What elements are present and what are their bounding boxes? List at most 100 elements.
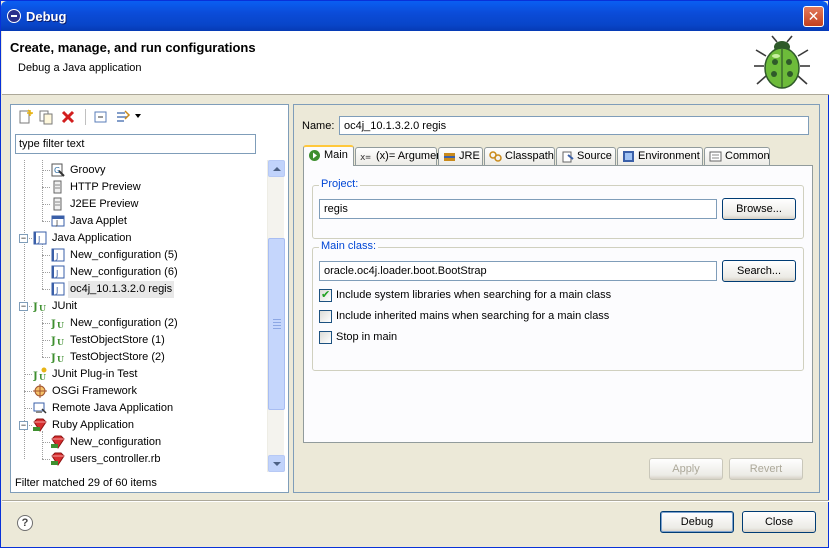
duplicate-config-icon[interactable] [38,109,54,125]
tree-item[interactable]: − Ruby Application [15,417,267,434]
svg-text:J: J [33,371,38,381]
osgi-icon [33,384,47,398]
browse-button[interactable]: Browse... [722,198,796,220]
scroll-down-arrow-icon [273,462,281,466]
tree-item-label: Java Applet [70,215,127,227]
tab-label: Source [577,150,612,162]
tree-item[interactable]: − J Java Application [15,230,267,247]
header-subtitle: Debug a Java application [18,62,142,74]
checkbox-checked-icon[interactable] [319,288,332,302]
tree-item[interactable]: J U New_configuration (2) [15,315,267,332]
option-label: Include system libraries when searching … [336,289,612,301]
tree-item-label: TestObjectStore (1) [70,334,165,346]
tree-item[interactable]: Remote Java Application [15,400,267,417]
tree-item[interactable]: OSGi Framework [15,383,267,400]
help-icon[interactable]: ? [17,515,33,531]
tree-item[interactable]: J2EE Preview [15,196,267,213]
footer-separator [2,500,829,502]
svg-text:J: J [55,269,58,278]
project-input[interactable] [319,199,717,219]
debug-button[interactable]: Debug [660,511,734,533]
http-preview-icon [53,180,62,194]
tab-main[interactable]: Main [303,145,354,166]
project-group: Project: Browse... [312,178,804,239]
tree-expander-icon[interactable]: − [19,421,28,430]
tree-item[interactable]: − J U JUnit [15,298,267,315]
tree-item[interactable]: G Groovy [15,162,267,179]
junit-icon: JU [51,336,64,347]
search-button[interactable]: Search... [722,260,796,282]
tree-item[interactable]: New_configuration [15,434,267,451]
common-icon [709,151,722,162]
tree-item-label: oc4j_10.1.3.2.0 regis [68,281,175,298]
tab-source[interactable]: Source [556,147,616,165]
tree-item[interactable]: J U TestObjectStore (2) [15,349,267,366]
junit-plugin-icon: JU [33,367,47,381]
filter-dropdown-chevron-icon[interactable] [135,114,141,118]
tree-item-label: users_controller.rb [70,453,161,465]
eclipse-icon [7,9,21,23]
environment-icon [623,151,634,162]
filter-input[interactable] [15,134,256,154]
tree-scrollbar[interactable] [267,160,285,472]
svg-text:J: J [55,252,58,261]
toolbar-separator [85,109,86,125]
new-config-icon[interactable] [17,109,33,125]
scroll-thumb[interactable] [268,238,285,410]
tab-common[interactable]: Common [704,147,770,165]
remote-java-icon [33,402,47,414]
main-class-group: Main class: Search... Include system lib… [312,240,804,371]
window-title: Debug [26,9,67,24]
classpath-icon [489,151,502,162]
svg-text:U: U [39,372,46,381]
tab-environment[interactable]: Environment [617,147,703,165]
tree-item[interactable]: J New_configuration (6) [15,264,267,281]
tab-label: Environment [638,150,700,162]
tree-item-label: HTTP Preview [70,181,141,193]
tree-item[interactable]: Joc4j_10.1.3.2.0 regis [15,281,267,298]
title-bar[interactable]: Debug ✕ [1,1,828,31]
scroll-down-button[interactable] [268,455,285,472]
tree-item[interactable]: J U JUnit Plug-in Test [15,366,267,383]
tree-expander-icon[interactable]: − [19,234,28,243]
name-input[interactable] [339,116,809,135]
tab-jre[interactable]: JRE [438,147,483,165]
checkbox-unchecked-icon[interactable] [319,310,332,323]
svg-text:J: J [33,302,38,313]
tree-item[interactable]: J New_configuration (5) [15,247,267,264]
tab-label: Common [725,150,770,162]
configuration-list-panel: G Groovy HTTP Preview J2EE Preview J Java App… [10,104,289,493]
svg-text:x=: x= [360,153,371,163]
option-label: Include inherited mains when searching f… [336,310,610,322]
svg-text:U: U [57,320,64,330]
scroll-up-arrow-icon [273,167,281,171]
apply-button[interactable]: Apply [649,458,723,480]
tree-expander-icon[interactable]: − [19,302,28,311]
tree-item-label: New_configuration [70,436,162,448]
tab-classpath[interactable]: Classpath [484,147,555,165]
tree-item-label: Remote Java Application [52,402,174,414]
checkbox-unchecked-icon[interactable] [319,331,332,344]
tree-item[interactable]: users_controller.rb [15,451,267,468]
delete-config-icon[interactable] [60,109,76,125]
tree-item[interactable]: HTTP Preview [15,179,267,196]
tree-item[interactable]: J Java Applet [15,213,267,230]
collapse-all-icon[interactable] [93,109,109,125]
close-button[interactable]: Close [742,511,816,533]
junit-icon: JU [51,319,64,330]
configuration-editor: Name: Main x=(x)= Arguments JRE Classpath So… [293,104,820,493]
tree-item-label: Groovy [70,164,106,176]
tree-item[interactable]: J U TestObjectStore (1) [15,332,267,349]
tree-item-label: JUnit [52,300,78,312]
svg-text:J: J [55,219,58,227]
main-class-input[interactable] [319,261,717,281]
tree-item-label: Ruby Application [52,419,134,431]
groovy-icon: G [51,163,65,177]
debug-bug-icon [754,35,810,89]
revert-button[interactable]: Revert [729,458,803,480]
window-close-button[interactable]: ✕ [803,6,824,27]
tab-arguments[interactable]: x= (x)= Arguments [355,147,451,165]
filter-config-icon[interactable] [115,109,131,125]
scroll-up-button[interactable] [268,160,285,177]
svg-text:U: U [57,337,64,347]
